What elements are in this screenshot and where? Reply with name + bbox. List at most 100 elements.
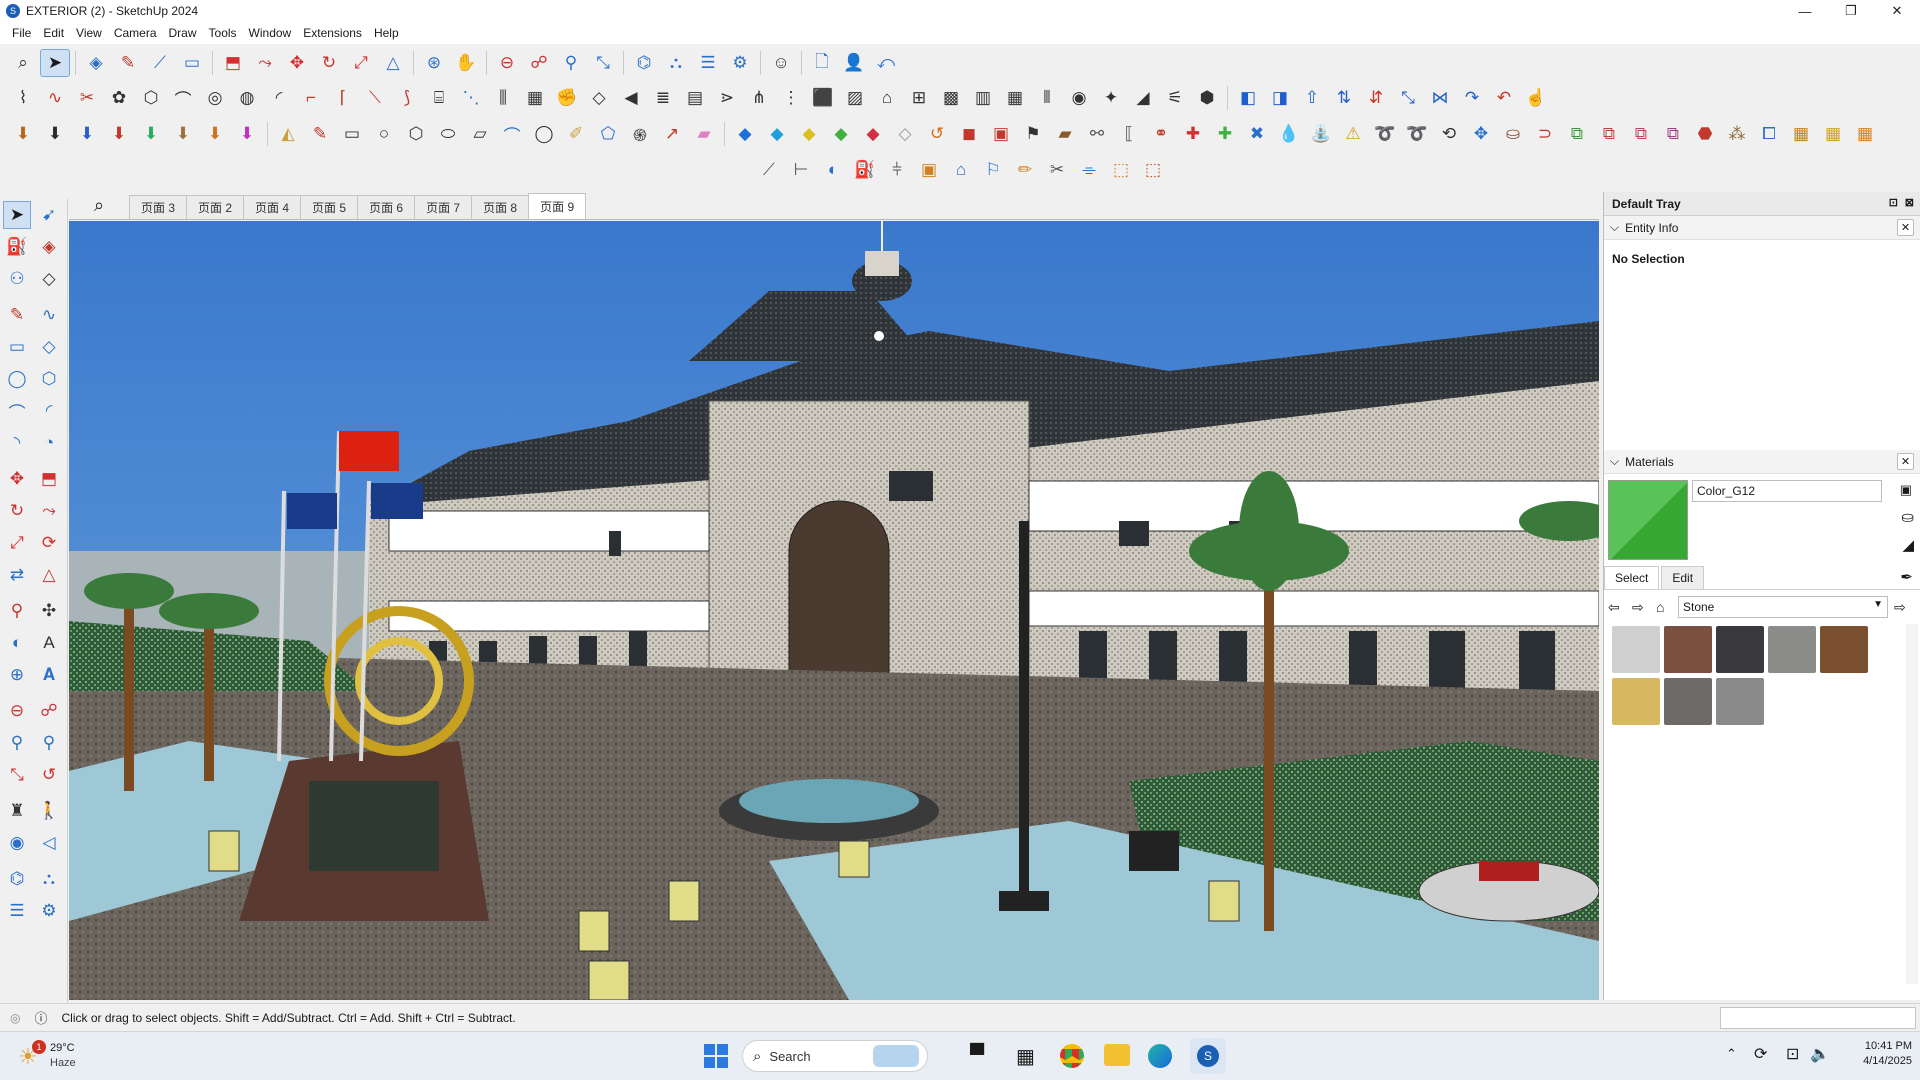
cup-icon[interactable]: ⛀ <box>1498 120 1528 148</box>
edge-icon[interactable] <box>1148 1044 1172 1068</box>
flip-left-icon[interactable]: ⇄ <box>3 561 31 589</box>
curve-tool-icon[interactable]: ⌇ <box>8 84 38 112</box>
pie-left-icon[interactable]: ◔ <box>35 429 63 457</box>
warehouse-icon[interactable]: ⌬ <box>629 49 659 77</box>
stamp-icon[interactable]: ⬛ <box>808 84 838 112</box>
tab-page-6[interactable]: 页面 6 <box>357 195 416 219</box>
scale-icon[interactable]: ⤢ <box>346 49 376 77</box>
pencil-icon[interactable]: ✎ <box>113 49 143 77</box>
offset-line-icon[interactable]: ⟍ <box>360 84 390 112</box>
swatch-granite[interactable] <box>1664 678 1712 725</box>
stair-icon[interactable]: ⌸ <box>424 84 454 112</box>
library-select[interactable]: Stone ▼ <box>1678 596 1888 618</box>
maximize-button[interactable]: ❐ <box>1828 0 1874 22</box>
ext-warehouse-left-icon[interactable]: ⛬ <box>35 865 63 893</box>
protractor-left-icon[interactable]: ◐ <box>3 629 31 657</box>
file-explorer-icon[interactable] <box>1104 1044 1130 1066</box>
polygon-blue-icon[interactable]: ⬠ <box>593 120 623 148</box>
component-mixed-icon[interactable]: ⧉ <box>1658 120 1688 148</box>
push-blue-icon[interactable]: ⬇ <box>72 120 102 148</box>
spline-icon[interactable]: ∿ <box>40 84 70 112</box>
rectangle-tool-icon[interactable]: ▭ <box>177 49 207 77</box>
move-icon[interactable]: ✥ <box>282 49 312 77</box>
push-pull-left-icon[interactable]: ⬒ <box>35 465 63 493</box>
menu-help[interactable]: Help <box>368 26 405 40</box>
select-tool-icon[interactable]: ➤ <box>40 49 70 77</box>
crate-yellow-icon[interactable]: ▦ <box>1818 120 1848 148</box>
layout-icon[interactable]: ☰ <box>693 49 723 77</box>
protractor-icon[interactable]: ◐ <box>818 156 848 184</box>
model-viewport[interactable] <box>69 221 1599 1000</box>
3d-text-left-icon[interactable]: 𝐀 <box>35 661 63 689</box>
curve-offset-icon[interactable]: ⟆ <box>392 84 422 112</box>
section-plane-icon[interactable]: ⊖ <box>492 49 522 77</box>
push-down-icon[interactable]: ⬇ <box>8 120 38 148</box>
back-icon[interactable]: ⇦ <box>1608 599 1632 616</box>
square-red-icon[interactable]: ◼ <box>954 120 984 148</box>
push-tan-icon[interactable]: ⬇ <box>168 120 198 148</box>
plane-cyan-icon[interactable]: ◆ <box>762 120 792 148</box>
split-icon[interactable]: ⋔ <box>744 84 774 112</box>
menu-tools[interactable]: Tools <box>203 26 243 40</box>
cube-icon[interactable]: ⬢ <box>1192 84 1222 112</box>
tray-overflow-icon[interactable]: ⌃ <box>1726 1046 1737 1062</box>
push-dark-icon[interactable]: ⬇ <box>40 120 70 148</box>
screen-icon[interactable]: ⧠ <box>1754 120 1784 148</box>
swatch-brown-wood[interactable] <box>1820 626 1868 673</box>
flag-icon[interactable]: ⚑ <box>1018 120 1048 148</box>
home-icon[interactable]: ⌂ <box>1656 599 1678 615</box>
fan-icon[interactable]: ⋮ <box>776 84 806 112</box>
orbit-left-icon[interactable]: ⊖ <box>3 697 31 725</box>
menu-extensions[interactable]: Extensions <box>297 26 368 40</box>
loop-icon[interactable]: ⟲ <box>1434 120 1464 148</box>
cross-red-icon[interactable]: ✚ <box>1178 120 1208 148</box>
component-green-icon[interactable]: ⧉ <box>1562 120 1592 148</box>
tab-page-3[interactable]: 页面 3 <box>129 195 188 219</box>
section-left-icon[interactable]: ◁ <box>35 829 63 857</box>
warning-icon[interactable]: ⚠ <box>1338 120 1368 148</box>
tag-icon[interactable]: ⚇ <box>3 265 31 293</box>
network-icon[interactable]: ⊡ <box>1786 1044 1799 1064</box>
forward-icon[interactable]: ⇨ <box>1632 599 1656 616</box>
component-red-icon[interactable]: ⧉ <box>1594 120 1624 148</box>
eyedropper-small-icon[interactable]: ◢ <box>1902 536 1914 554</box>
diagonal-icon[interactable]: ⤡ <box>1393 84 1423 112</box>
minimize-button[interactable]: — <box>1782 0 1828 22</box>
plane-red-icon[interactable]: ◆ <box>858 120 888 148</box>
rectangle-green-icon[interactable]: ▭ <box>337 120 367 148</box>
material-dot-icon[interactable]: ⬣ <box>1690 120 1720 148</box>
extension-manager-icon[interactable]: ⚙ <box>725 49 755 77</box>
undo-curve-icon[interactable]: ⤺ <box>871 49 901 77</box>
scissors-icon[interactable]: ✂ <box>1042 156 1072 184</box>
dimension-icon[interactable]: ⊢ <box>786 156 816 184</box>
frame-icon[interactable]: ⬚ <box>1106 156 1136 184</box>
component-icon[interactable]: ◧ <box>1233 84 1263 112</box>
measurements-box[interactable] <box>1720 1007 1916 1029</box>
pipe-icon[interactable]: ⚯ <box>1082 120 1112 148</box>
swatch-dark-slate[interactable] <box>1716 626 1764 673</box>
close-icon[interactable]: ✕ <box>1897 219 1914 236</box>
checker-icon[interactable]: ▦ <box>1000 84 1030 112</box>
details-icon[interactable]: ⇨ <box>1894 599 1906 616</box>
bracket-icon[interactable]: ⟦ <box>1114 120 1144 148</box>
lasso-select-icon[interactable]: ➹ <box>35 201 63 229</box>
plane-blue-icon[interactable]: ◆ <box>730 120 760 148</box>
tab-page-9[interactable]: 页面 9 <box>528 193 587 219</box>
calculator-icon[interactable]: ▦ <box>1016 1044 1035 1069</box>
measure-icon[interactable]: ⟋ <box>754 156 784 184</box>
zoom-extents-left-icon[interactable]: ⤡ <box>3 761 31 789</box>
arc-icon[interactable]: ◜ <box>264 84 294 112</box>
door-icon[interactable]: ▣ <box>914 156 944 184</box>
task-view-icon[interactable]: ▀ <box>970 1044 984 1067</box>
paint-icon[interactable]: ⛽ <box>3 233 31 261</box>
pan-left-icon[interactable]: ☍ <box>35 697 63 725</box>
plane-yellow-icon[interactable]: ◆ <box>794 120 824 148</box>
drop-blue-icon[interactable]: ⛲ <box>1306 120 1336 148</box>
menu-view[interactable]: View <box>70 26 108 40</box>
extrude-icon[interactable]: ⫼ <box>488 84 518 112</box>
extension-warehouse-icon[interactable]: ⛬ <box>661 49 691 77</box>
tray-scrollbar[interactable] <box>1906 624 1918 984</box>
fist-icon[interactable]: ✊ <box>552 84 582 112</box>
loft-icon[interactable]: ⋱ <box>456 84 486 112</box>
shell-icon[interactable]: ◎ <box>200 84 230 112</box>
